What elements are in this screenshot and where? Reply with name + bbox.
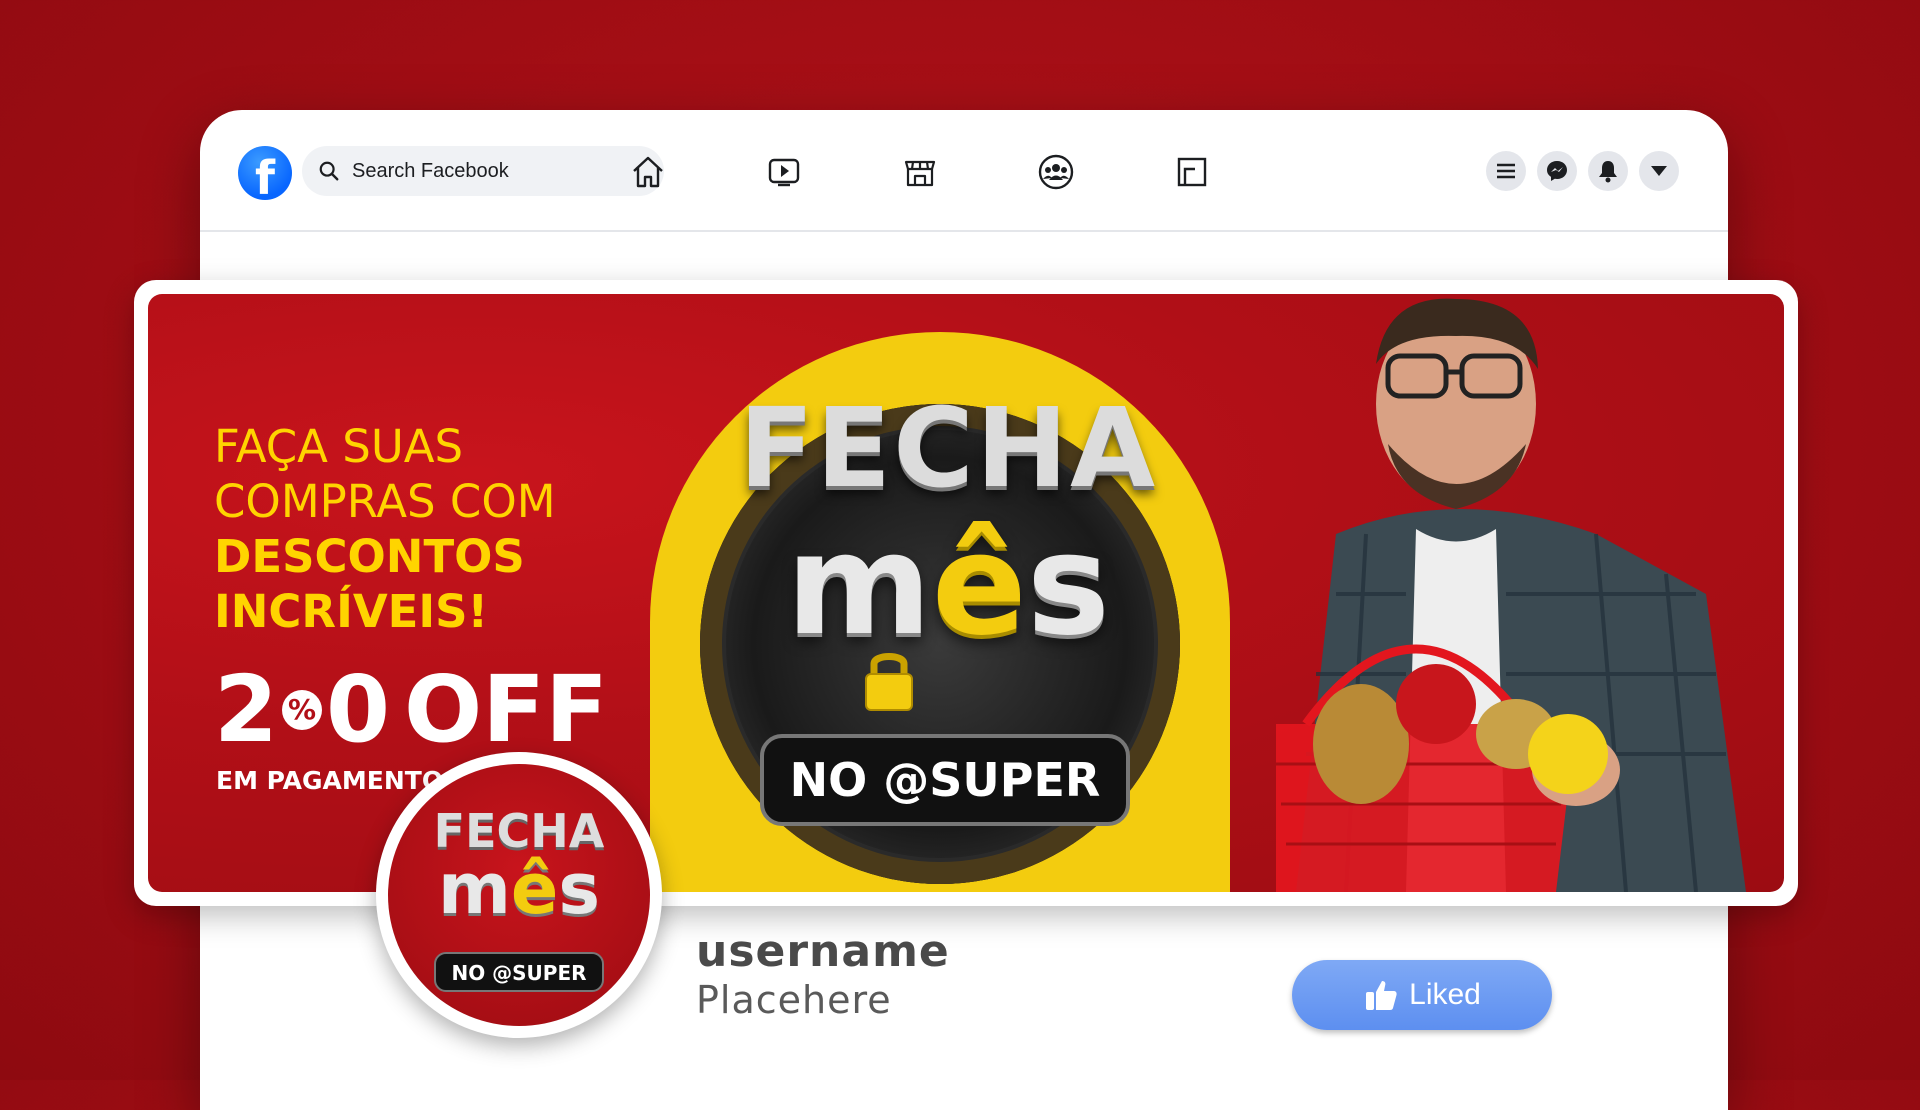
cover-photo-frame[interactable]: FAÇA SUAS COMPRAS COM DESCONTOS INCRÍVEI… bbox=[134, 280, 1798, 906]
groups-icon[interactable] bbox=[1036, 152, 1076, 192]
topbar-divider bbox=[200, 230, 1728, 232]
avatar-mes-m: m bbox=[437, 848, 511, 930]
headline-line-2: COMPRAS COM bbox=[214, 475, 556, 528]
logo-mes-m: m bbox=[785, 504, 932, 667]
liked-button[interactable]: Liked bbox=[1292, 960, 1552, 1030]
facebook-logo[interactable]: f bbox=[238, 146, 292, 200]
menu-icon bbox=[1497, 163, 1515, 179]
discount-badge: 2 % 0 OFF bbox=[214, 664, 608, 756]
headline-line-3: DESCONTOS bbox=[214, 530, 525, 583]
avatar-tag-plate: NO @SUPER bbox=[434, 952, 604, 992]
page-subtitle: Placehere bbox=[696, 978, 892, 1022]
gaming-icon[interactable] bbox=[1172, 152, 1212, 192]
shopper-photo bbox=[1276, 298, 1746, 892]
chevron-down-icon bbox=[1651, 166, 1667, 176]
profile-avatar: FECHA mês NO @SUPER bbox=[388, 764, 650, 1026]
page-username[interactable]: username bbox=[696, 926, 950, 977]
profile-picture[interactable]: FECHA mês NO @SUPER bbox=[376, 752, 662, 1038]
search-bar[interactable] bbox=[302, 146, 664, 196]
headline-line-1: FAÇA SUAS bbox=[214, 420, 464, 473]
discount-digit-b: 0 bbox=[326, 656, 391, 763]
promo-headline: FAÇA SUAS COMPRAS COM DESCONTOS INCRÍVEI… bbox=[214, 419, 634, 639]
discount-off: OFF bbox=[404, 656, 608, 763]
messenger-icon bbox=[1547, 161, 1567, 181]
search-input[interactable] bbox=[350, 158, 654, 184]
marketplace-icon[interactable] bbox=[900, 152, 940, 192]
logo-mes: mês bbox=[748, 504, 1148, 667]
notifications-button[interactable] bbox=[1588, 151, 1628, 191]
account-dropdown-button[interactable] bbox=[1639, 151, 1679, 191]
thumbs-up-icon bbox=[1366, 981, 1397, 1010]
notifications-icon bbox=[1599, 161, 1617, 183]
avatar-mes-s: s bbox=[558, 848, 601, 930]
logo-mes-s: s bbox=[1026, 504, 1111, 667]
logo-tag-plate: NO @SUPER bbox=[760, 734, 1130, 826]
video-icon[interactable] bbox=[764, 152, 804, 192]
logo-title: FECHA bbox=[738, 384, 1158, 512]
liked-label: Liked bbox=[1409, 978, 1481, 1011]
padlock-icon bbox=[865, 653, 913, 711]
logo-mes-e: ê bbox=[931, 504, 1027, 667]
messenger-button[interactable] bbox=[1537, 151, 1577, 191]
top-navigation-bar: f bbox=[200, 110, 1728, 230]
discount-digit-a: 2 bbox=[214, 656, 279, 763]
menu-button[interactable] bbox=[1486, 151, 1526, 191]
home-icon[interactable] bbox=[628, 152, 668, 192]
percent-symbol: % bbox=[282, 690, 323, 730]
cover-photo: FAÇA SUAS COMPRAS COM DESCONTOS INCRÍVEI… bbox=[148, 294, 1784, 892]
headline-line-4: INCRÍVEIS! bbox=[214, 585, 489, 638]
avatar-mes-e: ê bbox=[510, 848, 559, 930]
avatar-mes: mês bbox=[388, 848, 650, 930]
search-icon bbox=[319, 161, 339, 181]
